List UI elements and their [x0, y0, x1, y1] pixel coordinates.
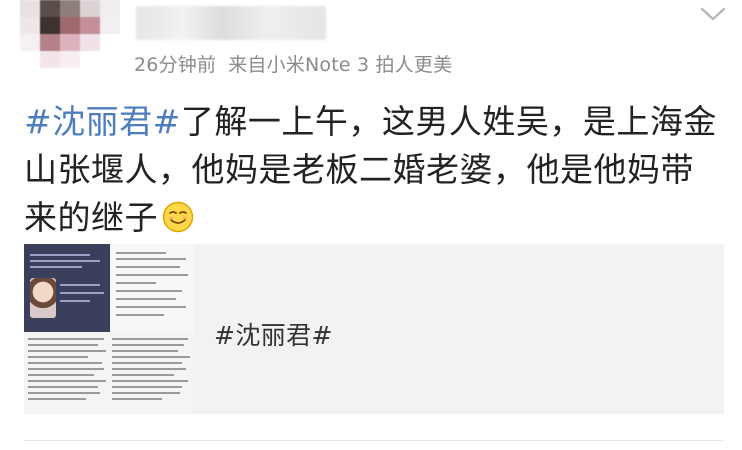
card-thumbnail-doc: [110, 244, 194, 332]
post-body: #沈丽君#了解一上午，这男人姓吴，是上海金山张堰人，他妈是老板二婚老婆，他是他妈…: [24, 98, 724, 242]
card-title[interactable]: #沈丽君#: [214, 316, 333, 352]
chevron-down-icon[interactable]: [698, 4, 728, 24]
username-redacted[interactable]: [136, 6, 326, 40]
post-time: 26分钟前: [134, 54, 217, 76]
thumbnail-portrait: [30, 278, 56, 318]
card-thumbnail-dark: [24, 244, 110, 332]
divider: [24, 440, 724, 441]
smirk-emoji-icon: [162, 198, 194, 233]
link-card[interactable]: #沈丽君#: [24, 244, 724, 414]
avatar[interactable]: [20, 0, 120, 68]
hashtag-link[interactable]: #沈丽君#: [24, 102, 181, 141]
card-thumbnail-text: [24, 332, 194, 414]
post-source[interactable]: 来自小米Note 3 拍人更美: [228, 54, 452, 76]
post-meta: 26分钟前 来自小米Note 3 拍人更美: [134, 50, 452, 77]
